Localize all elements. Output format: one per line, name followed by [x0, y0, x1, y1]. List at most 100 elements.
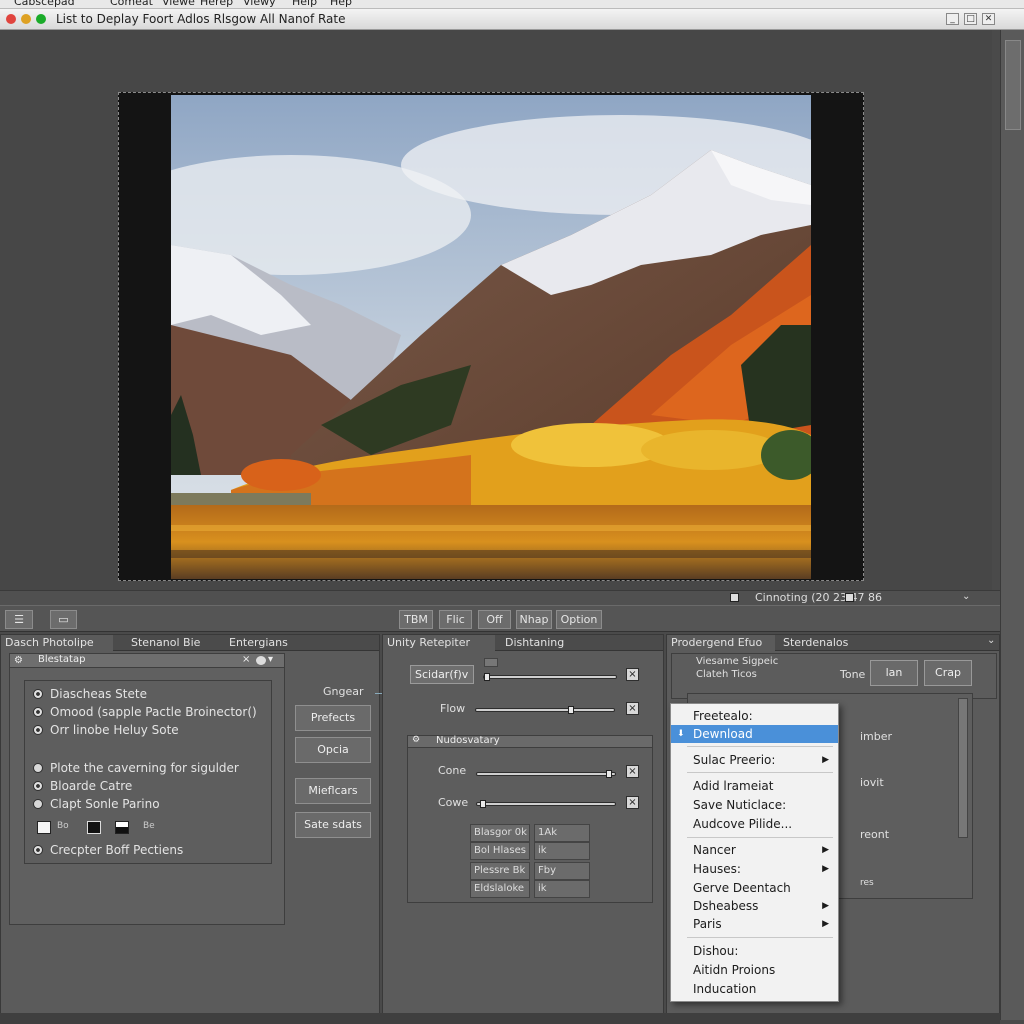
window-icon[interactable]: ▭ — [50, 610, 77, 629]
flow-slider-track[interactable] — [475, 706, 615, 714]
menu-item[interactable]: Herep — [200, 0, 233, 8]
circle-icon[interactable] — [256, 656, 266, 665]
minimize-button[interactable]: _ — [946, 13, 959, 25]
option-row[interactable]: Bloarde Catre — [33, 779, 132, 793]
black-swatch[interactable] — [87, 821, 101, 834]
menu-item-paris[interactable]: Paris ▶ — [671, 915, 838, 933]
menu-item-aitidn[interactable]: Aitidn Proions — [671, 961, 838, 979]
radio-button[interactable] — [33, 707, 43, 717]
opcia-button[interactable]: Opcia — [295, 737, 371, 763]
top-slider-track[interactable] — [483, 673, 617, 681]
grid-cell[interactable]: Bol Hlases — [470, 842, 530, 860]
slider-thumb[interactable] — [480, 800, 486, 808]
slider-thumb[interactable] — [568, 706, 574, 714]
option-row[interactable]: Clapt Sonle Parino — [33, 797, 160, 811]
option-row[interactable]: Plote the caverning for sigulder — [33, 761, 239, 775]
grid-cell[interactable]: Eldslaloke — [470, 880, 530, 898]
toolbar-button[interactable]: Off — [478, 610, 511, 629]
radio-button[interactable] — [33, 799, 43, 809]
menu-item-download[interactable]: ⬇ Dewnload — [671, 725, 838, 743]
grid-cell[interactable]: 1Ak — [534, 824, 590, 842]
cone-slider-track[interactable] — [476, 770, 616, 778]
sate-sdats-button[interactable]: Sate sdats — [295, 812, 371, 838]
gear-icon[interactable]: ⚙ — [412, 735, 420, 745]
close-icon[interactable]: × — [626, 765, 639, 778]
tab-entergians[interactable]: Entergians — [225, 635, 288, 651]
radio-button[interactable] — [33, 725, 43, 735]
lan-button[interactable]: lan — [870, 660, 918, 686]
mode-select[interactable]: Scidar(f)v — [410, 665, 474, 684]
slider-thumb[interactable] — [606, 770, 612, 778]
close-icon[interactable]: × — [626, 668, 639, 681]
hamburger-icon[interactable]: ☰ — [5, 610, 33, 629]
scroll-thumb[interactable] — [1005, 40, 1021, 130]
close-icon[interactable]: × — [242, 654, 250, 665]
menu-item-adid[interactable]: Adid lrameiat — [671, 777, 838, 795]
option-row[interactable]: Crecpter Boff Pectiens — [33, 843, 183, 857]
prefects-button[interactable]: Prefects — [295, 705, 371, 731]
mieflcars-button[interactable]: Mieflcars — [295, 778, 371, 804]
menu-item-inducation[interactable]: Inducation — [671, 980, 838, 998]
radio-button[interactable] — [33, 781, 43, 791]
radio-button[interactable] — [33, 763, 43, 773]
close-button[interactable]: ✕ — [982, 13, 995, 25]
option-row[interactable]: Diascheas Stete — [33, 687, 147, 701]
option-row[interactable]: Orr linobe Heluy Sote — [33, 723, 179, 737]
grid-cell[interactable]: Plessre Bk — [470, 862, 530, 880]
minimize-window-icon[interactable] — [21, 14, 31, 24]
cowe-slider-track[interactable] — [476, 800, 616, 808]
chevron-down-icon[interactable]: ⌄ — [987, 635, 995, 646]
menu-item[interactable]: Viewy — [243, 0, 276, 8]
tab-stenanol[interactable]: Stenanol Bie — [127, 635, 200, 651]
menu-item[interactable]: Cabscepad — [14, 0, 75, 8]
image-frame[interactable] — [118, 92, 864, 581]
slider-thumb[interactable] — [484, 673, 490, 681]
menu-item-dishou[interactable]: Dishou: — [671, 942, 838, 960]
canvas-area[interactable] — [0, 30, 992, 590]
radio-button[interactable] — [33, 689, 43, 699]
toolbar-button[interactable]: Option — [556, 610, 602, 629]
gear-icon[interactable]: ⚙ — [14, 655, 23, 666]
menu-item[interactable]: Comeat — [110, 0, 153, 8]
tab-sterdenalos[interactable]: Sterdenalos — [779, 635, 848, 651]
tab-prodergend[interactable]: Prodergend Efuo — [667, 635, 775, 651]
white-swatch[interactable] — [37, 821, 51, 834]
close-window-icon[interactable] — [6, 14, 16, 24]
menu-item-save[interactable]: Save Nuticlace: — [671, 796, 838, 814]
tab-photolipe[interactable]: Dasch Photolipe — [1, 635, 113, 651]
menu-item-hauses[interactable]: Hauses: ▶ — [671, 860, 838, 878]
crop-button[interactable]: Crap — [924, 660, 972, 686]
menu-item[interactable]: Help — [292, 0, 317, 8]
tab-dishtaning[interactable]: Dishtaning — [501, 635, 564, 651]
menu-item-nancer[interactable]: Nancer ▶ — [671, 841, 838, 859]
option-row[interactable]: Omood (sapple Pactle Broinector() — [33, 705, 257, 719]
chevron-down-icon[interactable]: ⌄ — [962, 591, 970, 602]
zoom-window-icon[interactable] — [36, 14, 46, 24]
menu-item-dsheabess[interactable]: Dsheabess ▶ — [671, 897, 838, 915]
menu-item-freetealo[interactable]: Freetealo: — [671, 707, 838, 725]
menu-item[interactable]: Hep — [330, 0, 352, 8]
grid-cell[interactable]: ik — [534, 842, 590, 860]
toolbar-button[interactable]: Flic — [439, 610, 472, 629]
menu-item-gerve[interactable]: Gerve Deentach — [671, 879, 838, 897]
grid-cell[interactable]: Fby — [534, 862, 590, 880]
menu-item-sulac[interactable]: Sulac Preerio: ▶ — [671, 751, 838, 769]
menu-item-audcove[interactable]: Audcove Pilide... — [671, 815, 838, 833]
radio-button[interactable] — [33, 845, 43, 855]
right-scrollbar[interactable] — [1000, 30, 1024, 1020]
chevron-down-icon[interactable]: ▾ — [268, 654, 273, 665]
close-icon[interactable]: × — [626, 796, 639, 809]
toolbar-button[interactable]: TBM — [399, 610, 433, 629]
close-icon[interactable]: × — [626, 702, 639, 715]
grid-cell[interactable]: Blasgor 0k — [470, 824, 530, 842]
toolbar-button[interactable]: Nhap — [516, 610, 552, 629]
tab-retepiter[interactable]: Unity Retepiter — [383, 635, 495, 651]
menu-item[interactable]: Viewe — [162, 0, 195, 8]
grid-cell[interactable]: ik — [534, 880, 590, 898]
split-swatch[interactable] — [115, 821, 129, 834]
maximize-button[interactable]: □ — [964, 13, 977, 25]
scrollbar[interactable] — [958, 698, 968, 838]
menu-item-label: Aitidn Proions — [693, 963, 776, 977]
small-toggle[interactable] — [484, 658, 498, 667]
option-label: Diascheas Stete — [50, 687, 147, 701]
